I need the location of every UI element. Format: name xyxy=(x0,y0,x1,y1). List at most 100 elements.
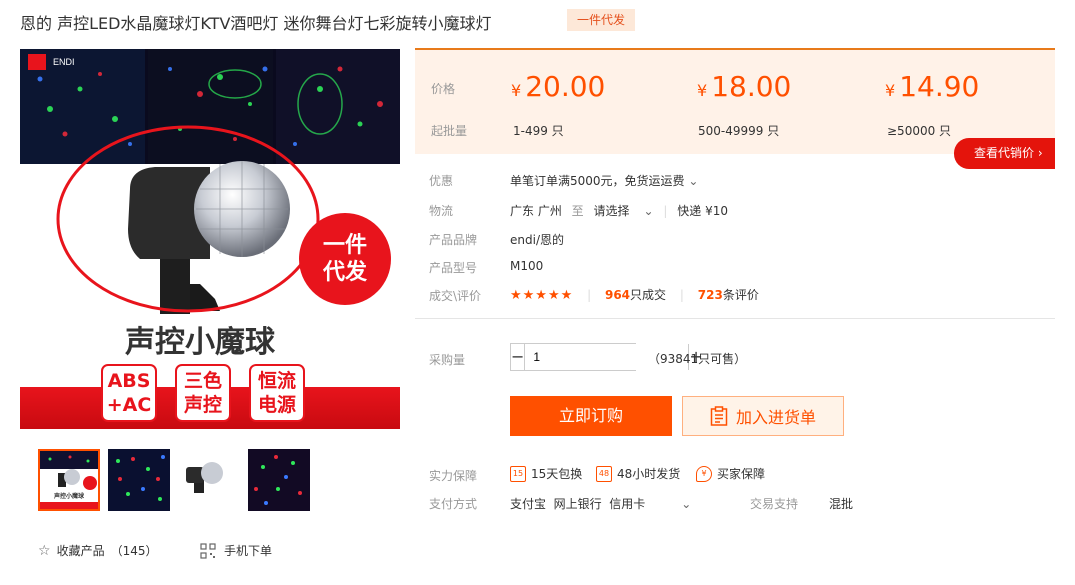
qr-code-icon xyxy=(200,542,216,559)
logistics-value: 广东 广州 至 请选择 ⌄ | 快递 ¥10 xyxy=(510,202,728,219)
buy-now-button[interactable]: 立即订购 xyxy=(510,396,672,436)
mobile-order-label: 手机下单 xyxy=(224,544,273,558)
favorite-count: （145） xyxy=(110,544,158,558)
product-title: 恩的 声控LED水晶魔球灯KTV酒吧灯 迷你舞台灯七彩旋转小魔球灯 xyxy=(20,14,492,33)
qty-tier-3: ≥50000 只 xyxy=(887,124,952,138)
currency-symbol: ¥ xyxy=(697,81,708,100)
logistics-label: 物流 xyxy=(429,204,454,218)
product-photo: ENDI 一件 代发 声控小魔球 ABS +AC 三色 声控 恒流 电源 xyxy=(20,49,400,429)
mobile-order[interactable]: 手机下单 xyxy=(200,542,272,559)
guarantee-item-text: 买家保障 xyxy=(717,467,766,481)
review-suffix: 条评价 xyxy=(722,288,759,302)
feature-3-line-1: 恒流 xyxy=(258,369,296,392)
sold-count[interactable]: 964只成交 xyxy=(605,288,666,302)
favorite-label: 收藏产品 xyxy=(56,544,105,558)
ship-to-word: 至 xyxy=(571,204,584,218)
quantity-stepper: − + xyxy=(510,343,703,371)
thumbnail-2[interactable] xyxy=(108,449,170,511)
brand-value: endi/恩的 xyxy=(510,233,564,247)
payment-methods[interactable]: 支付宝 网上银行 信用卡 ⌄ xyxy=(510,495,691,512)
favorite-product[interactable]: ☆ 收藏产品 （145） xyxy=(38,542,157,559)
deals-label: 成交\评价 xyxy=(429,289,482,303)
decrease-qty-button[interactable]: − xyxy=(511,344,526,370)
price-label: 价格 xyxy=(431,82,456,96)
thumbnail-1-caption: 声控小魔球 xyxy=(53,492,85,500)
guarantee-15-day-exchange[interactable]: 15 15天包换 xyxy=(510,465,582,482)
price-panel: 价格 起批量 ¥20.00 ¥18.00 ¥14.90 1-499 只 500-… xyxy=(415,48,1055,154)
feature-2-line-1: 三色 xyxy=(184,369,222,392)
thumbnail-1-image: 声控小魔球 xyxy=(40,451,98,509)
ship-from: 广东 广州 xyxy=(510,204,562,218)
price-tier-3: ¥14.90 xyxy=(885,70,979,103)
discount-value[interactable]: 单笔订单满5000元，免货运运费 ⌄ xyxy=(510,172,698,189)
sold-number: 964 xyxy=(604,288,631,302)
model-label: 产品型号 xyxy=(429,261,478,275)
deals-value: ★★★★★ | 964只成交 | 723条评价 xyxy=(510,286,759,303)
shield-icon: ¥ xyxy=(696,465,712,482)
price-tier-1-value: 20.00 xyxy=(525,70,606,103)
qty-tier-2: 500-49999 只 xyxy=(698,124,780,138)
separator: | xyxy=(679,288,684,302)
review-number: 723 xyxy=(697,288,723,302)
divider xyxy=(415,318,1055,319)
guarantee-item-text: 48小时发货 xyxy=(617,467,681,481)
guarantee-48h-ship[interactable]: 48 48小时发货 xyxy=(596,465,680,482)
feature-3-line-2: 电源 xyxy=(258,393,296,416)
sold-suffix: 只成交 xyxy=(630,288,667,302)
price-tier-2: ¥18.00 xyxy=(697,70,791,103)
price-tier-1: ¥20.00 xyxy=(511,70,605,103)
separator: | xyxy=(663,204,668,218)
star-outline-icon: ☆ xyxy=(38,542,51,559)
thumbnail-1[interactable]: 声控小魔球 xyxy=(38,449,100,511)
chevron-down-icon: ⌄ xyxy=(643,204,654,218)
currency-symbol: ¥ xyxy=(885,81,896,100)
separator: | xyxy=(587,288,592,302)
destination-select[interactable]: 请选择 ⌄ xyxy=(594,204,654,218)
feature-2-line-2: 声控 xyxy=(183,393,222,416)
review-count[interactable]: 723条评价 xyxy=(698,288,759,302)
add-to-cart-button[interactable]: 加入进货单 xyxy=(682,396,844,436)
thumbnail-3-image xyxy=(178,449,240,511)
thumbnail-3[interactable] xyxy=(178,449,240,511)
moq-label: 起批量 xyxy=(431,124,468,138)
add-to-cart-label: 加入进货单 xyxy=(735,408,816,427)
shipping-fee: 快递 ¥10 xyxy=(677,204,729,218)
discount-text: 单笔订单满5000元，免货运运费 xyxy=(510,174,685,188)
available-stock: （93841只可售） xyxy=(648,352,747,366)
thumbnail-2-image xyxy=(108,449,170,511)
trade-support-value: 混批 xyxy=(829,497,854,511)
destination-select-label: 请选择 xyxy=(593,204,630,218)
qty-label: 采购量 xyxy=(429,353,466,367)
brand-logo-icon xyxy=(28,54,46,70)
view-agent-price-button[interactable]: 查看代销价 › xyxy=(954,138,1055,169)
product-page: 恩的 声控LED水晶魔球灯KTV酒吧灯 迷你舞台灯七彩旋转小魔球灯 一件代发 E… xyxy=(0,0,1075,585)
price-tier-3-value: 14.90 xyxy=(899,70,980,103)
model-value: M100 xyxy=(510,259,544,273)
payment-methods-text: 支付宝 网上银行 信用卡 xyxy=(510,497,646,511)
thumbnail-4-image xyxy=(248,449,310,511)
exchange-15-icon: 15 xyxy=(510,465,526,482)
chevron-down-icon: ⌄ xyxy=(688,174,699,188)
rating-stars: ★★★★★ xyxy=(510,288,574,303)
guarantee-item-text: 15天包换 xyxy=(531,467,583,481)
chevron-down-icon: ⌄ xyxy=(681,497,692,511)
dropship-tag: 一件代发 xyxy=(567,9,636,31)
brand-label: 产品品牌 xyxy=(429,233,478,247)
main-product-image[interactable]: ENDI 一件 代发 声控小魔球 ABS +AC 三色 声控 恒流 电源 xyxy=(20,49,400,429)
trade-support-label: 交易支持 xyxy=(750,497,799,511)
ship-48h-icon: 48 xyxy=(596,465,612,482)
badge-line-1: 一件 xyxy=(323,233,367,258)
currency-symbol: ¥ xyxy=(511,81,522,100)
thumbnail-4[interactable] xyxy=(248,449,310,511)
payment-label: 支付方式 xyxy=(429,497,478,511)
agent-price-label: 查看代销价 xyxy=(974,146,1035,160)
price-tier-2-value: 18.00 xyxy=(711,70,792,103)
badge-line-2: 代发 xyxy=(322,259,368,285)
discount-label: 优惠 xyxy=(429,174,454,188)
guarantee-label: 实力保障 xyxy=(429,469,478,483)
feature-1-line-2: +AC xyxy=(107,394,152,416)
qty-tier-1: 1-499 只 xyxy=(513,124,564,138)
guarantee-buyer-protection[interactable]: ¥ 买家保障 xyxy=(696,465,765,482)
clipboard-list-icon xyxy=(710,406,728,426)
chevron-right-icon: › xyxy=(1037,146,1043,160)
